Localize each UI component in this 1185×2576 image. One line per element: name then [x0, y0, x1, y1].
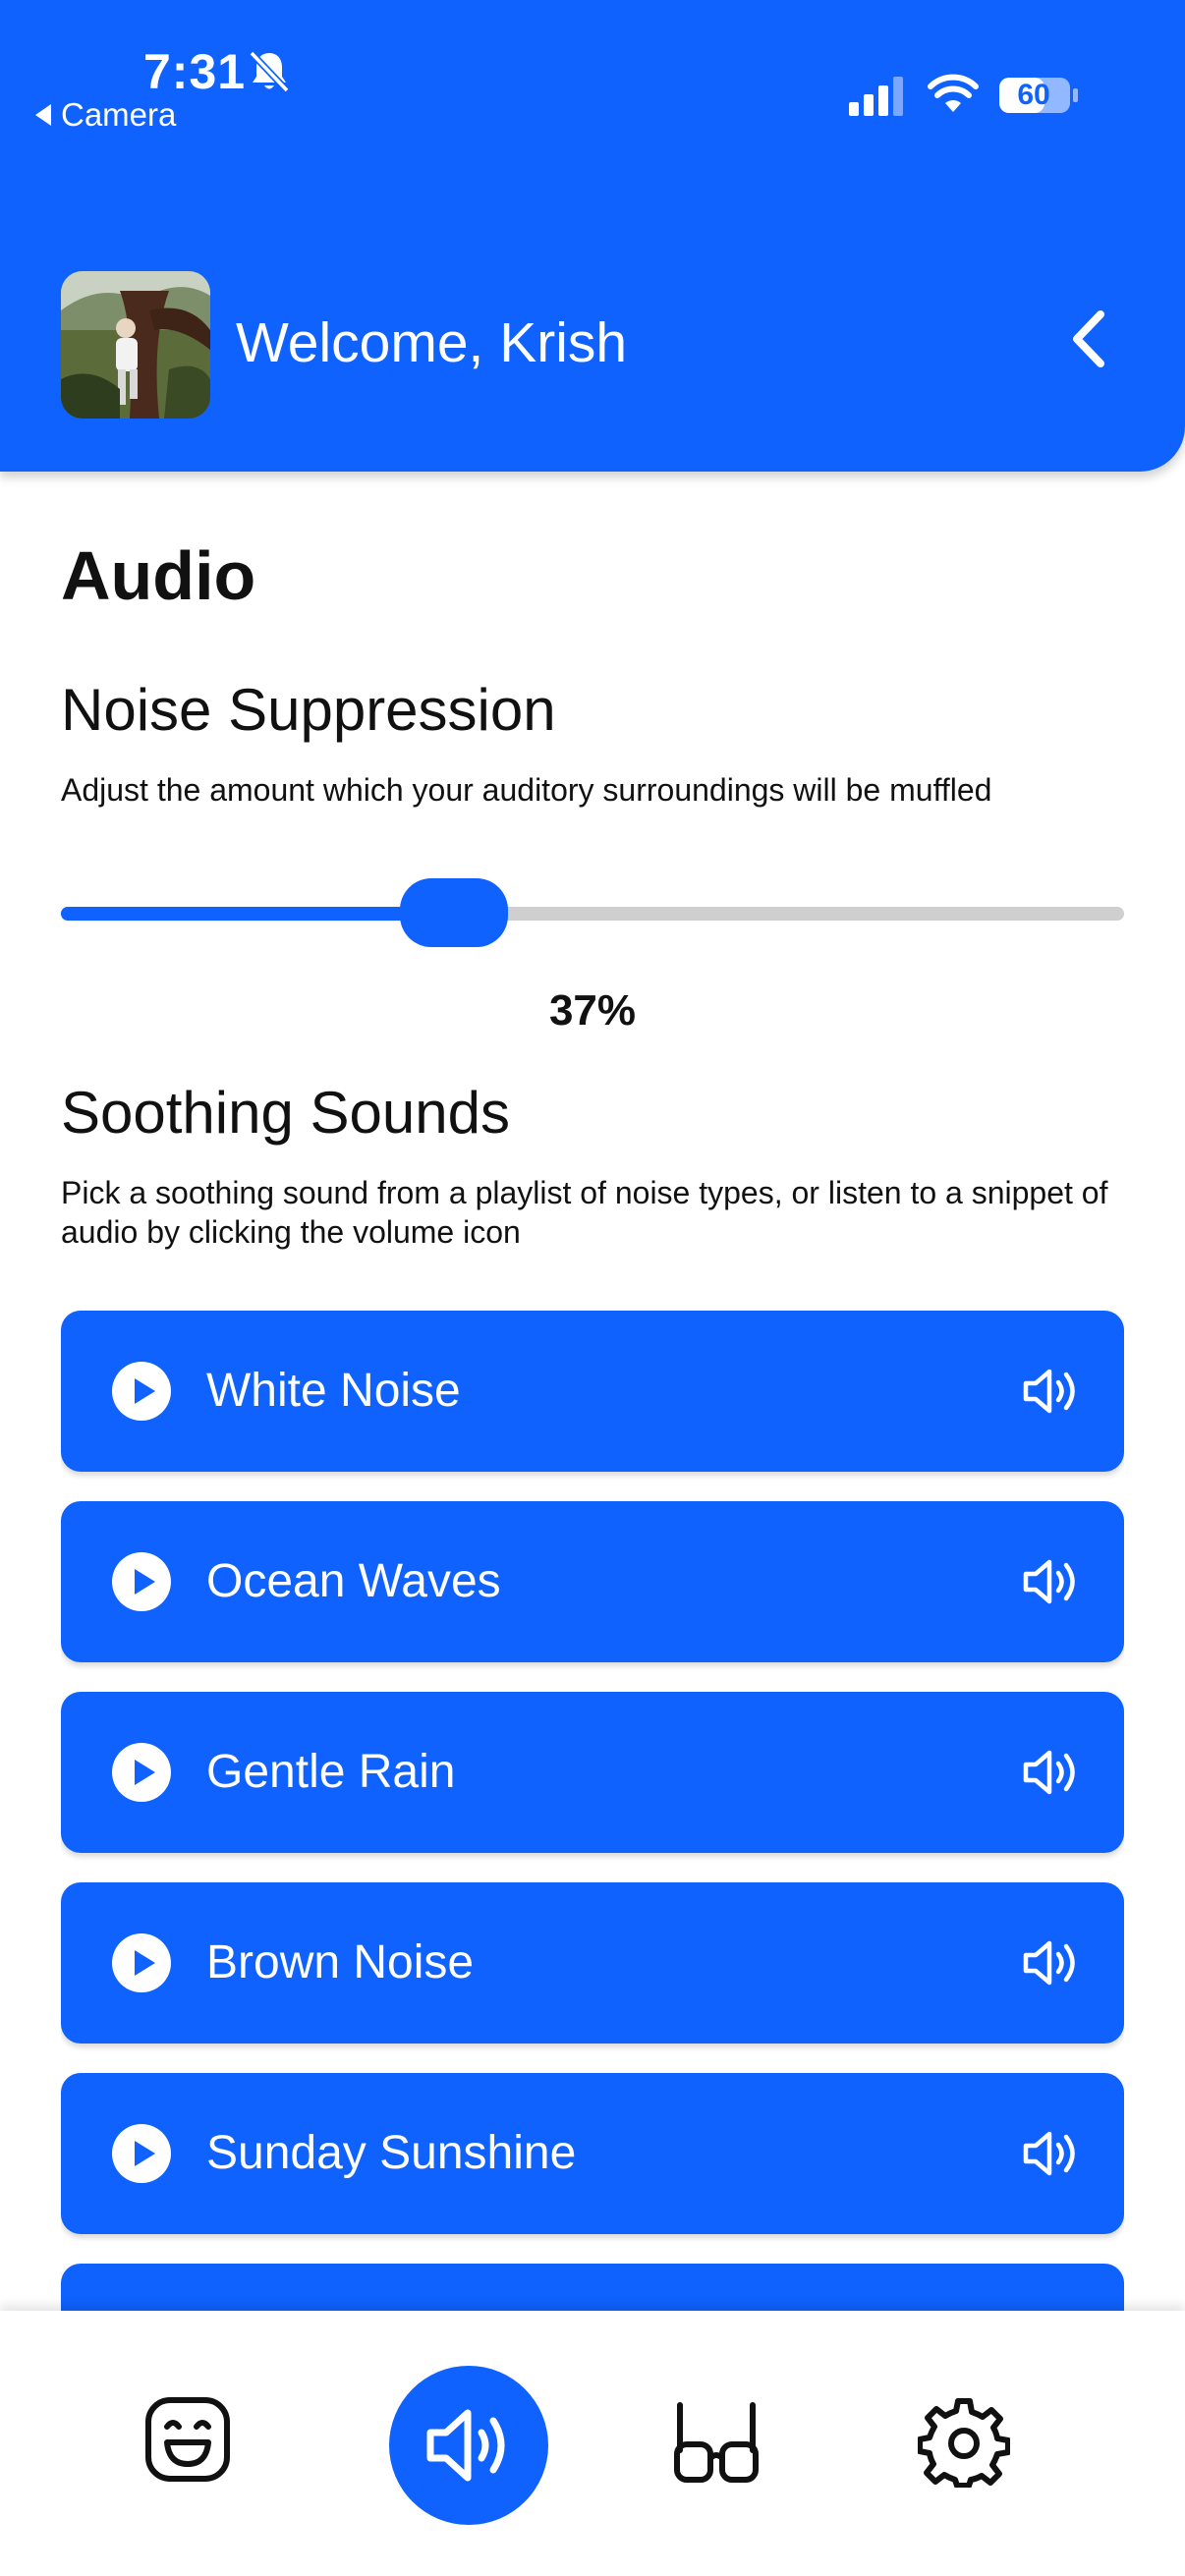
- noise-suppression-description: Adjust the amount which your auditory su…: [61, 772, 992, 808]
- sound-list: White Noise Ocean Waves Gentle Rain Brow…: [61, 1311, 1124, 2313]
- volume-icon[interactable]: [1022, 1366, 1081, 1417]
- bell-off-icon: [249, 50, 290, 93]
- avatar-photo: [61, 271, 210, 419]
- speaker-icon: [426, 2409, 505, 2482]
- page-title: Audio: [61, 537, 256, 614]
- sound-item-sunday-sunshine[interactable]: Sunday Sunshine: [61, 2073, 1124, 2234]
- noise-suppression-value: 37%: [548, 986, 637, 1035]
- soothing-sounds-description: Pick a soothing sound from a playlist of…: [61, 1175, 1108, 1250]
- noise-suppression-slider[interactable]: [61, 878, 1124, 947]
- sound-item-gentle-rain[interactable]: Gentle Rain: [61, 1692, 1124, 1853]
- header: 7:31 Camera 60 Welcome, Krish: [0, 0, 1185, 472]
- gear-icon[interactable]: [918, 2395, 1010, 2488]
- back-app-label: Camera: [61, 96, 177, 133]
- happy-face-icon[interactable]: [143, 2395, 232, 2484]
- battery-level: 60: [1017, 79, 1050, 111]
- sound-item-ocean-waves[interactable]: Ocean Waves: [61, 1501, 1124, 1662]
- wifi-icon: [928, 74, 979, 112]
- back-to-app-button[interactable]: Camera: [35, 96, 176, 134]
- play-icon[interactable]: [112, 1933, 171, 1992]
- soothing-sounds-title: Soothing Sounds: [61, 1080, 511, 1146]
- back-triangle-icon: [35, 104, 51, 126]
- bottom-nav: [0, 2311, 1185, 2576]
- sound-item-label: Sunday Sunshine: [206, 2127, 577, 2179]
- sound-item-label: Ocean Waves: [206, 1555, 501, 1607]
- screen: 7:31 Camera 60 Welcome, Krish Audio Nois…: [0, 0, 1185, 2576]
- slider-thumb[interactable]: [400, 878, 508, 947]
- volume-icon[interactable]: [1022, 2128, 1081, 2179]
- sound-item-partial[interactable]: [61, 2264, 1124, 2313]
- glasses-icon[interactable]: [672, 2401, 761, 2486]
- play-icon[interactable]: [112, 1552, 171, 1611]
- status-time: 7:31: [143, 44, 247, 99]
- play-icon[interactable]: [112, 2124, 171, 2183]
- sound-item-label: Brown Noise: [206, 1936, 475, 1988]
- sound-item-brown-noise[interactable]: Brown Noise: [61, 1882, 1124, 2044]
- cellular-signal-icon: [849, 77, 903, 116]
- slider-fill: [61, 907, 454, 921]
- noise-suppression-title: Noise Suppression: [61, 677, 556, 743]
- play-icon[interactable]: [112, 1743, 171, 1802]
- nav-audio-button[interactable]: [389, 2366, 548, 2525]
- sound-item-label: White Noise: [206, 1365, 461, 1417]
- volume-icon[interactable]: [1022, 1747, 1081, 1798]
- chevron-left-icon[interactable]: [1061, 305, 1120, 373]
- volume-icon[interactable]: [1022, 1556, 1081, 1607]
- welcome-text: Welcome, Krish: [236, 311, 628, 374]
- sound-item-white-noise[interactable]: White Noise: [61, 1311, 1124, 1472]
- sound-item-label: Gentle Rain: [206, 1746, 456, 1798]
- avatar[interactable]: [61, 271, 210, 419]
- play-icon[interactable]: [112, 1362, 171, 1421]
- volume-icon[interactable]: [1022, 1937, 1081, 1988]
